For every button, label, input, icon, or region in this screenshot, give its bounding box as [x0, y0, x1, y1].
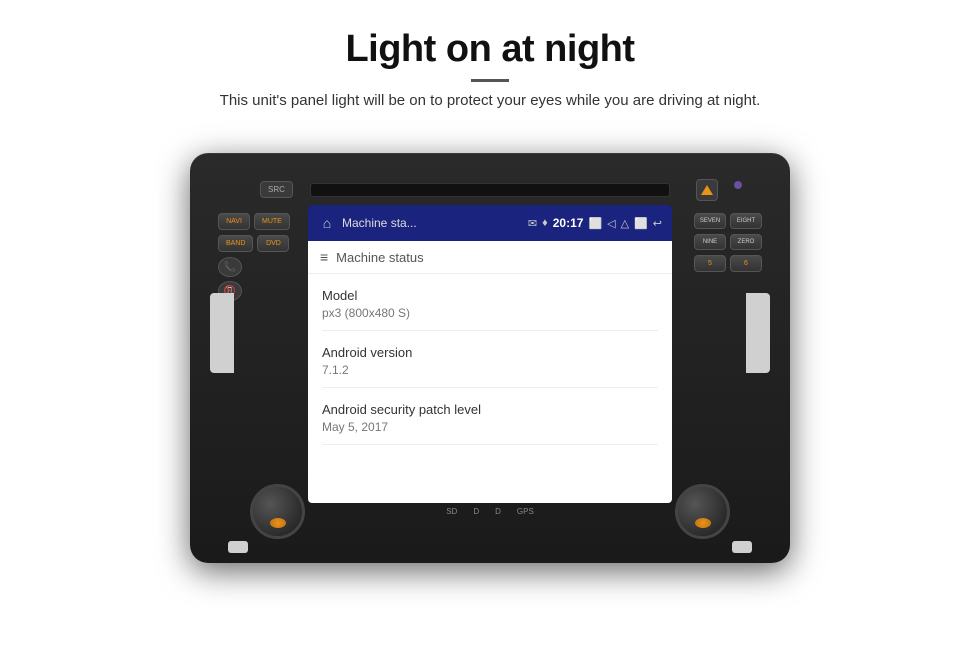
security-patch-row: Android security patch level May 5, 2017	[322, 388, 658, 445]
security-patch-value: May 5, 2017	[322, 420, 658, 434]
five-button[interactable]: 5	[694, 255, 726, 272]
security-patch-label: Android security patch level	[322, 402, 658, 417]
eject-icon: △	[621, 217, 629, 230]
back-icon: ↩	[653, 217, 662, 230]
zero-button[interactable]: ZERO	[730, 234, 762, 250]
camera-icon: ⬜	[588, 217, 602, 230]
message-icon: ✉	[528, 217, 537, 230]
info-section: Model px3 (800x480 S) Android version 7.…	[308, 274, 672, 445]
purple-indicator	[734, 181, 742, 189]
android-version-value: 7.1.2	[322, 363, 658, 377]
android-status-bar: ⌂ Machine sta... ✉ ♦ 20:17 ⬜ ◁ △ ⬜ ↩	[308, 205, 672, 241]
android-version-label: Android version	[322, 345, 658, 360]
six-button[interactable]: 6	[730, 255, 762, 272]
location-icon: ♦	[542, 217, 548, 229]
screen-icon: ⬜	[634, 217, 648, 230]
unit-body: SRC NAVI MUTE BAND DVD 📞 📵	[190, 153, 790, 563]
ear-piece-right	[746, 293, 770, 373]
status-time: 20:17	[553, 216, 584, 230]
foot-left	[228, 541, 248, 553]
seven-button[interactable]: SEVEN	[694, 213, 726, 229]
mute-button[interactable]: MUTE	[254, 213, 290, 230]
ear-piece-left	[210, 293, 234, 373]
left-knob[interactable]	[250, 484, 305, 539]
five-six-row: 5 6	[694, 255, 762, 272]
d-label-2: D	[495, 507, 501, 516]
model-value: px3 (800x480 S)	[322, 306, 658, 320]
android-version-row: Android version 7.1.2	[322, 331, 658, 388]
right-button-group: SEVEN EIGHT NINE ZERO 5 6	[694, 213, 762, 272]
eight-button[interactable]: EIGHT	[730, 213, 762, 229]
android-screen: ⌂ Machine sta... ✉ ♦ 20:17 ⬜ ◁ △ ⬜ ↩	[308, 205, 672, 503]
machine-status-title: Machine status	[336, 250, 423, 265]
android-content: ≡ Machine status Model px3 (800x480 S) A…	[308, 241, 672, 503]
src-button[interactable]: SRC	[260, 181, 293, 198]
warning-triangle-icon	[701, 185, 713, 195]
page-container: Light on at night This unit's panel ligh…	[0, 0, 980, 655]
menu-icon[interactable]: ≡	[320, 249, 328, 265]
subtitle: This unit's panel light will be on to pr…	[220, 92, 761, 109]
gps-label: GPS	[517, 507, 534, 516]
left-button-group: NAVI MUTE BAND DVD 📞 📵	[218, 213, 290, 301]
band-button[interactable]: BAND	[218, 235, 253, 252]
nine-button[interactable]: NINE	[694, 234, 726, 250]
home-icon[interactable]: ⌂	[318, 214, 336, 232]
bottom-area: SD D D GPS	[250, 484, 730, 539]
navi-mute-row: NAVI MUTE	[218, 213, 290, 230]
status-icons-right: ✉ ♦ 20:17 ⬜ ◁ △ ⬜ ↩	[528, 216, 662, 230]
nine-zero-row: NINE ZERO	[694, 234, 762, 250]
warning-button[interactable]	[696, 179, 718, 201]
band-dvd-row: BAND DVD	[218, 235, 290, 252]
model-row: Model px3 (800x480 S)	[322, 274, 658, 331]
navi-button[interactable]: NAVI	[218, 213, 250, 230]
seven-eight-row: SEVEN EIGHT	[694, 213, 762, 229]
page-title: Light on at night	[220, 28, 761, 71]
volume-icon: ◁	[607, 217, 615, 230]
title-divider	[471, 79, 509, 82]
sd-labels: SD D D GPS	[446, 507, 534, 516]
d-label-1: D	[473, 507, 479, 516]
cd-slot	[310, 183, 670, 197]
title-section: Light on at night This unit's panel ligh…	[220, 0, 761, 127]
sd-label: SD	[446, 507, 457, 516]
machine-status-header: ≡ Machine status	[308, 241, 672, 274]
car-head-unit: SRC NAVI MUTE BAND DVD 📞 📵	[170, 133, 810, 583]
foot-right	[732, 541, 752, 553]
dvd-button[interactable]: DVD	[257, 235, 289, 252]
status-app-name: Machine sta...	[342, 216, 522, 230]
model-label: Model	[322, 288, 658, 303]
right-knob[interactable]	[675, 484, 730, 539]
call-answer-button[interactable]: 📞	[218, 257, 242, 277]
